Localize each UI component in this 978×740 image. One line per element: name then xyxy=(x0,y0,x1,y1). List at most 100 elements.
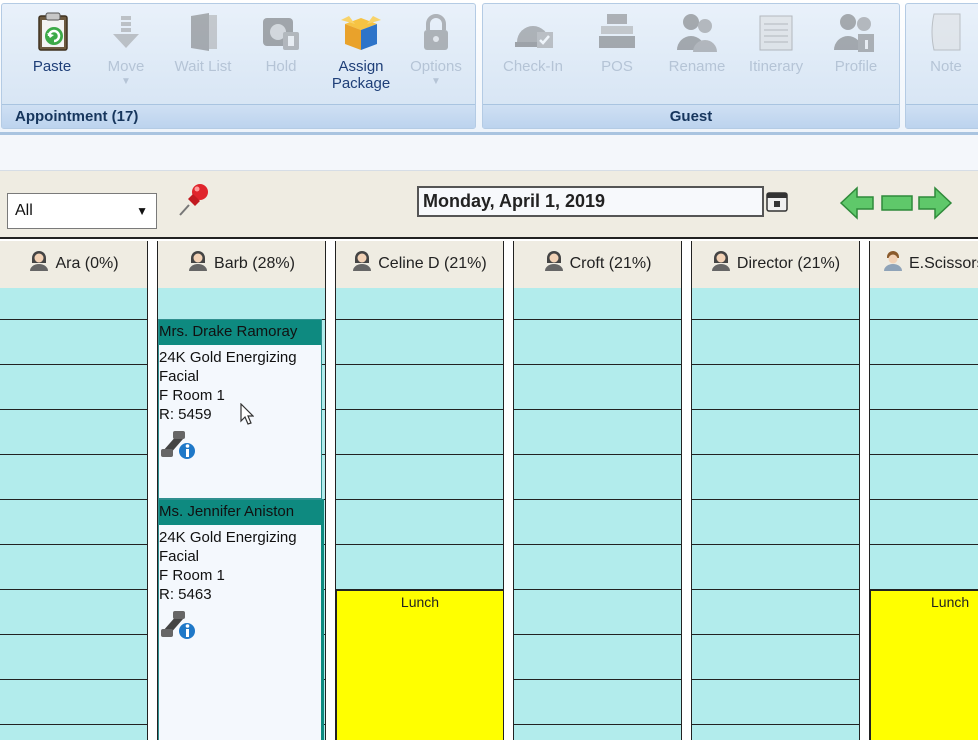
staff-column-header[interactable]: E.Scissors xyxy=(870,241,978,288)
column-divider xyxy=(681,241,692,740)
profile-icon xyxy=(834,14,874,52)
staff-column-name: E.Scissors xyxy=(909,255,978,272)
ribbon: Paste Move ▼ Wait List Hold Assign Packa… xyxy=(0,0,978,135)
staff-column-name: Barb (28%) xyxy=(214,255,295,272)
appointment-room: F Room 1 xyxy=(159,567,225,584)
hold-button[interactable]: Hold xyxy=(242,10,320,106)
pos-label: POS xyxy=(601,58,633,75)
move-button[interactable]: Move ▼ xyxy=(87,10,165,106)
lock-icon xyxy=(424,14,448,50)
pos-button[interactable]: POS xyxy=(578,10,656,106)
app-window: Paste Move ▼ Wait List Hold Assign Packa… xyxy=(0,0,978,740)
chevron-down-icon[interactable]: ▼ xyxy=(136,194,148,228)
itinerary-icon xyxy=(759,15,793,51)
note-icon xyxy=(931,13,961,51)
staff-column-header[interactable]: Celine D (21%) xyxy=(336,241,503,288)
female-person-icon xyxy=(353,251,372,271)
lunch-block[interactable]: Lunch xyxy=(870,590,978,740)
pushpin-icon[interactable] xyxy=(176,180,214,218)
appointment-group: Paste Move ▼ Wait List Hold Assign Packa… xyxy=(1,3,476,129)
male-person-icon xyxy=(884,251,902,271)
check-in-button[interactable]: Check-In xyxy=(494,10,572,106)
appointment-guest-name: Ms. Jennifer Aniston xyxy=(159,500,321,525)
appointment-card[interactable]: Ms. Jennifer Aniston 24K Gold Energizing… xyxy=(158,499,324,740)
schedule-grid: Ara (0%) Barb (28%) Mrs. Drake Ramoray 2… xyxy=(0,241,978,740)
profile-button[interactable]: Profile xyxy=(817,10,895,106)
appointment-reservation: R: 5463 xyxy=(159,586,212,603)
move-dropdown-icon[interactable]: ▼ xyxy=(87,77,165,87)
staff-column-name: Celine D (21%) xyxy=(378,255,487,272)
rename-button[interactable]: Rename xyxy=(658,10,736,106)
options-button[interactable]: Options ▼ xyxy=(397,10,475,106)
note-label: Note xyxy=(930,58,962,75)
profile-label: Profile xyxy=(834,58,878,75)
time-slots[interactable] xyxy=(692,288,859,740)
column-divider xyxy=(147,241,158,740)
appointment-service: 24K Gold Energizing xyxy=(159,529,297,546)
date-field[interactable]: Monday, April 1, 2019 xyxy=(417,186,764,217)
arrow-left-icon[interactable] xyxy=(839,185,875,221)
appointment-guest-name: Mrs. Drake Ramoray xyxy=(159,320,321,345)
move-icon xyxy=(113,16,139,48)
wait-list-button[interactable]: Wait List xyxy=(164,10,242,106)
note-group-label xyxy=(906,104,978,128)
staff-column: Ara (0%) xyxy=(0,241,148,740)
wait-list-icon xyxy=(191,13,217,51)
package-icon xyxy=(341,16,381,50)
appointment-service: 24K Gold Energizing xyxy=(159,349,297,366)
staff-column-name: Director (21%) xyxy=(736,255,841,272)
lunch-block[interactable]: Lunch xyxy=(336,590,504,740)
itinerary-label: Itinerary xyxy=(748,58,804,75)
column-divider xyxy=(859,241,870,740)
calendar-icon[interactable] xyxy=(765,189,789,213)
rename-icon xyxy=(677,14,717,52)
itinerary-button[interactable]: Itinerary xyxy=(737,10,815,106)
staff-column: Director (21%) xyxy=(692,241,859,740)
staff-column-name: Croft (21%) xyxy=(569,255,652,272)
today-icon[interactable] xyxy=(881,195,913,211)
assign-label: Assign xyxy=(338,58,384,75)
female-person-icon xyxy=(30,251,49,271)
hold-icon xyxy=(263,18,299,50)
female-person-icon xyxy=(189,251,208,271)
guest-group-label: Guest xyxy=(483,104,899,128)
phone-info-icon[interactable] xyxy=(159,427,197,461)
staff-column: Croft (21%) xyxy=(514,241,681,740)
wait-list-label: Wait List xyxy=(174,58,232,75)
note-group: Note xyxy=(905,3,978,129)
time-slots[interactable] xyxy=(514,288,681,740)
schedule-toolbar: All ▼ Monday, April 1, 2019 xyxy=(0,171,978,239)
mouse-cursor-icon xyxy=(240,403,254,425)
paste-icon xyxy=(38,12,68,51)
time-slots[interactable] xyxy=(0,288,148,740)
hold-label: Hold xyxy=(265,58,297,75)
options-dropdown-icon[interactable]: ▼ xyxy=(397,77,475,87)
pos-icon xyxy=(599,14,635,48)
bell-icon xyxy=(515,26,553,48)
note-button[interactable]: Note xyxy=(907,10,978,106)
staff-filter-value: All xyxy=(15,202,33,219)
appointment-group-label: Appointment (17) xyxy=(2,104,475,128)
column-divider xyxy=(325,241,336,740)
move-label: Move xyxy=(107,58,145,75)
paste-label: Paste xyxy=(32,58,72,75)
appointment-service-cont: Facial xyxy=(159,548,200,565)
assign-package-button[interactable]: Assign Package xyxy=(322,10,400,106)
staff-column-name: Ara (0%) xyxy=(55,255,119,272)
check-in-label: Check-In xyxy=(502,58,564,75)
staff-column-header[interactable]: Barb (28%) xyxy=(158,241,325,288)
options-label: Options xyxy=(410,58,462,75)
appointment-service-cont: Facial xyxy=(159,368,200,385)
staff-column: Barb (28%) Mrs. Drake Ramoray 24K Gold E… xyxy=(158,241,325,740)
column-divider xyxy=(503,241,514,740)
staff-column-header[interactable]: Ara (0%) xyxy=(0,241,148,288)
staff-column-header[interactable]: Croft (21%) xyxy=(514,241,681,288)
staff-column-header[interactable]: Director (21%) xyxy=(692,241,859,288)
female-person-icon xyxy=(544,251,563,271)
staff-column: Celine D (21%) Lunch xyxy=(336,241,504,740)
package-label: Package xyxy=(331,75,391,92)
staff-filter-select[interactable]: All ▼ xyxy=(7,193,157,229)
paste-button[interactable]: Paste xyxy=(13,10,91,106)
arrow-right-icon[interactable] xyxy=(917,185,953,221)
phone-info-icon[interactable] xyxy=(159,607,197,641)
